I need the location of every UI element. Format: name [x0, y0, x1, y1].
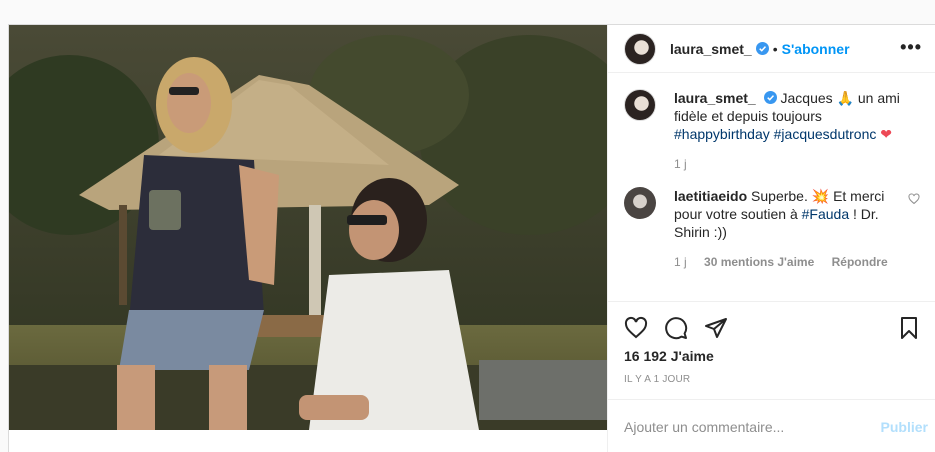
comment-meta: 1 j 30 mentions J'aime Répondre: [674, 253, 906, 271]
header-separator: •: [772, 40, 778, 57]
comment-time[interactable]: 1 j: [674, 255, 687, 269]
bookmark-icon[interactable]: [897, 316, 921, 340]
caption-avatar[interactable]: [624, 89, 656, 121]
comment-item: laetitiaeido Superbe. 💥 Et merci pour vo…: [624, 187, 920, 271]
caption-body: laura_smet_ Jacques 🙏 un ami fidèle et d…: [674, 89, 906, 173]
post-timestamp[interactable]: IL Y A 1 JOUR: [624, 374, 690, 385]
reply-button[interactable]: Répondre: [832, 255, 888, 269]
more-options-icon[interactable]: •••: [900, 37, 922, 58]
add-comment-bar: Publier: [608, 399, 935, 452]
commenter-username[interactable]: laetitiaeido: [674, 188, 747, 204]
post-photo-image: [9, 25, 607, 430]
hashtag-link[interactable]: #Fauda: [802, 206, 849, 222]
heart-emoji: ❤: [880, 126, 893, 142]
post-side-panel: laura_smet_ • S'abonner ••• laura_smet_ …: [607, 25, 935, 452]
author-username[interactable]: laura_smet_: [670, 41, 752, 57]
post-photo[interactable]: [9, 25, 607, 430]
follow-button[interactable]: S'abonner: [782, 41, 850, 57]
caption-username[interactable]: laura_smet_: [674, 90, 756, 106]
post-actions: [608, 301, 935, 353]
comment-body: laetitiaeido Superbe. 💥 Et merci pour vo…: [674, 187, 906, 271]
comment-heart-icon[interactable]: [908, 193, 920, 205]
comment-input[interactable]: [624, 418, 864, 435]
comment-bubble-icon[interactable]: [664, 316, 688, 340]
comment-likes[interactable]: 30 mentions J'aime: [704, 255, 814, 269]
verified-badge-icon: [755, 42, 769, 55]
caption-time[interactable]: 1 j: [674, 157, 687, 171]
author-avatar[interactable]: [624, 32, 656, 65]
verified-badge-icon: [763, 91, 777, 104]
hashtag-link[interactable]: #happybirthday: [674, 126, 770, 142]
comments-section: laura_smet_ Jacques 🙏 un ami fidèle et d…: [608, 73, 935, 301]
heart-outline-icon[interactable]: [624, 316, 648, 340]
hashtag-link[interactable]: #jacquesdutronc: [774, 126, 877, 142]
post-header: laura_smet_ • S'abonner •••: [608, 25, 935, 73]
commenter-avatar[interactable]: [624, 187, 656, 219]
publish-button[interactable]: Publier: [881, 419, 928, 435]
likes-count[interactable]: 16 192 J'aime: [624, 348, 714, 364]
paper-plane-icon[interactable]: [704, 316, 728, 340]
post-container: laura_smet_ • S'abonner ••• laura_smet_ …: [8, 24, 935, 452]
caption-meta: 1 j: [674, 155, 906, 173]
caption: laura_smet_ Jacques 🙏 un ami fidèle et d…: [624, 89, 920, 173]
